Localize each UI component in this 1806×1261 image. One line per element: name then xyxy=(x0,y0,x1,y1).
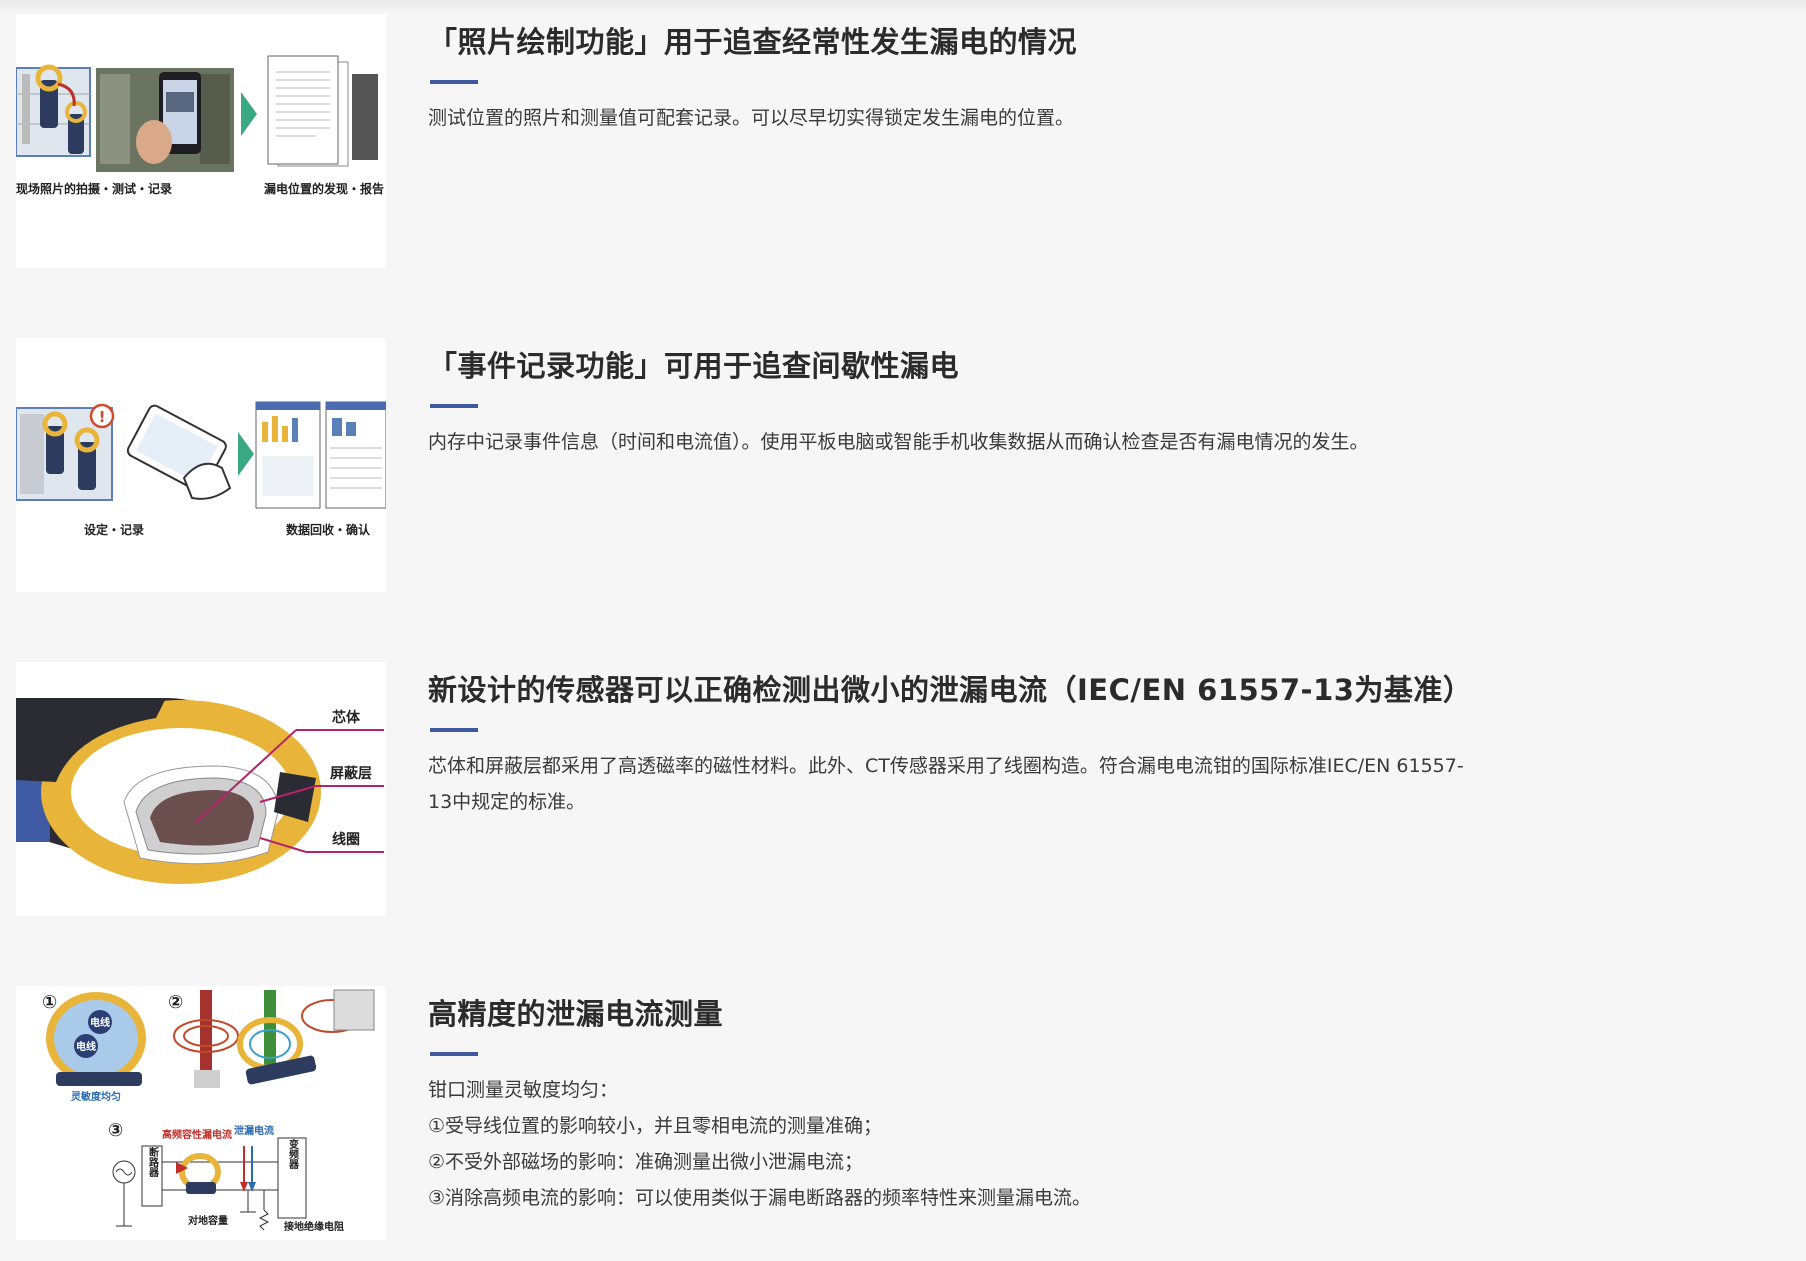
feature-title: 高精度的泄漏电流测量 xyxy=(428,997,724,1031)
feature-sensor-design: 芯体 屏蔽层 线圈 新设计的传感器可以正确检测出微小的泄漏电流（IEC/EN 6… xyxy=(16,662,1476,916)
leak-label: 泄漏电流 xyxy=(234,1124,274,1137)
feature-image-precision: ① 电线 电线 灵敏度均匀 ② ③ 高频容性漏电流 泄漏电流 断路器 变频器 对… xyxy=(16,986,386,1240)
precision-illustration: ① 电线 电线 灵敏度均匀 ② ③ 高频容性漏电流 泄漏电流 断路器 变频器 对… xyxy=(42,989,375,1233)
feature-text: 「照片绘制功能」用于追查经常性发生漏电的情况 测试位置的照片和测量值可配套记录。… xyxy=(428,14,1468,136)
num-3: ③ xyxy=(108,1120,123,1141)
caption-data-collect: 数据回收・确认 xyxy=(286,522,371,537)
feature-high-precision: ① 电线 电线 灵敏度均匀 ② ③ 高频容性漏电流 泄漏电流 断路器 变频器 对… xyxy=(16,986,1476,1240)
hf-label: 高频容性漏电流 xyxy=(162,1128,232,1141)
feature-description: 芯体和屏蔽层都采用了高透磁率的磁性材料。此外、CT传感器采用了线圈构造。符合漏电… xyxy=(428,755,1464,813)
caption-photo-capture: 现场照片的拍摄・测试・记录 xyxy=(16,181,172,196)
caption-leak-report: 漏电位置的发现・报告 xyxy=(264,181,384,196)
feature-image-event-record: ! 设定・记录 数据回收・确认 xyxy=(16,338,386,592)
svg-text:!: ! xyxy=(99,408,106,426)
caption-setup-record: 设定・记录 xyxy=(84,522,144,537)
feature-image-photo-drawing: 现场照片的拍摄・测试・记录 漏电位置的发现・报告 xyxy=(16,14,386,268)
ground-cap-label: 对地容量 xyxy=(188,1214,228,1227)
desc-line-1: ①受导线位置的影响较小，并且零相电流的测量准确； xyxy=(428,1115,883,1137)
photo-drawing-illustration: 现场照片的拍摄・测试・记录 漏电位置的发现・报告 xyxy=(16,55,384,196)
feature-title: 新设计的传感器可以正确检测出微小的泄漏电流（IEC/EN 61557-13为基准… xyxy=(428,673,1473,707)
uniform-label: 灵敏度均匀 xyxy=(71,1090,121,1103)
title-underline xyxy=(430,80,478,84)
feature-text: 「事件记录功能」可用于追查间歇性漏电 内存中记录事件信息（时间和电流值）。使用平… xyxy=(428,338,1468,460)
title-underline xyxy=(430,1052,478,1056)
num-2: ② xyxy=(168,992,183,1013)
event-record-illustration: ! 设定・记录 数据回收・确认 xyxy=(16,401,386,537)
label-shield: 屏蔽层 xyxy=(330,765,372,782)
desc-line-3: ③消除高频电流的影响：可以使用类似于漏电断路器的频率特性来测量漏电流。 xyxy=(428,1187,1092,1209)
feature-description: 内存中记录事件信息（时间和电流值）。使用平板电脑或智能手机收集数据从而确认检查是… xyxy=(428,431,1369,453)
sensor-cross-section-illustration: 芯体 屏蔽层 线圈 xyxy=(16,698,384,884)
wire-label-2: 电线 xyxy=(76,1040,96,1053)
feature-description: 测试位置的照片和测量值可配套记录。可以尽早切实得锁定发生漏电的位置。 xyxy=(428,107,1075,129)
ground-res-label: 接地绝缘电阻 xyxy=(284,1220,344,1233)
title-underline xyxy=(430,404,478,408)
title-underline xyxy=(430,728,478,732)
feature-event-record: ! 设定・记录 数据回收・确认 「事件记录功能」可用于追查间歇性漏电 内存中记录… xyxy=(16,338,1476,592)
label-core: 芯体 xyxy=(332,709,361,726)
feature-text: 高精度的泄漏电流测量 钳口测量灵敏度均匀： ①受导线位置的影响较小，并且零相电流… xyxy=(428,986,1468,1216)
top-shadow xyxy=(0,0,1806,14)
feature-image-sensor: 芯体 屏蔽层 线圈 xyxy=(16,662,386,916)
feature-description: 钳口测量灵敏度均匀： ①受导线位置的影响较小，并且零相电流的测量准确； ②不受外… xyxy=(428,1072,1468,1216)
desc-line-2: ②不受外部磁场的影响：准确测量出微小泄漏电流； xyxy=(428,1151,864,1173)
feature-photo-drawing: 现场照片的拍摄・测试・记录 漏电位置的发现・报告 「照片绘制功能」用于追查经常性… xyxy=(16,14,1476,268)
feature-text: 新设计的传感器可以正确检测出微小的泄漏电流（IEC/EN 61557-13为基准… xyxy=(428,662,1473,820)
feature-title: 「事件记录功能」可用于追查间歇性漏电 xyxy=(428,349,960,383)
label-coil: 线圈 xyxy=(332,831,360,848)
desc-line-intro: 钳口测量灵敏度均匀： xyxy=(428,1079,619,1101)
wire-label: 电线 xyxy=(90,1016,110,1029)
num-1: ① xyxy=(42,992,57,1013)
feature-title: 「照片绘制功能」用于追查经常性发生漏电的情况 xyxy=(428,25,1078,59)
